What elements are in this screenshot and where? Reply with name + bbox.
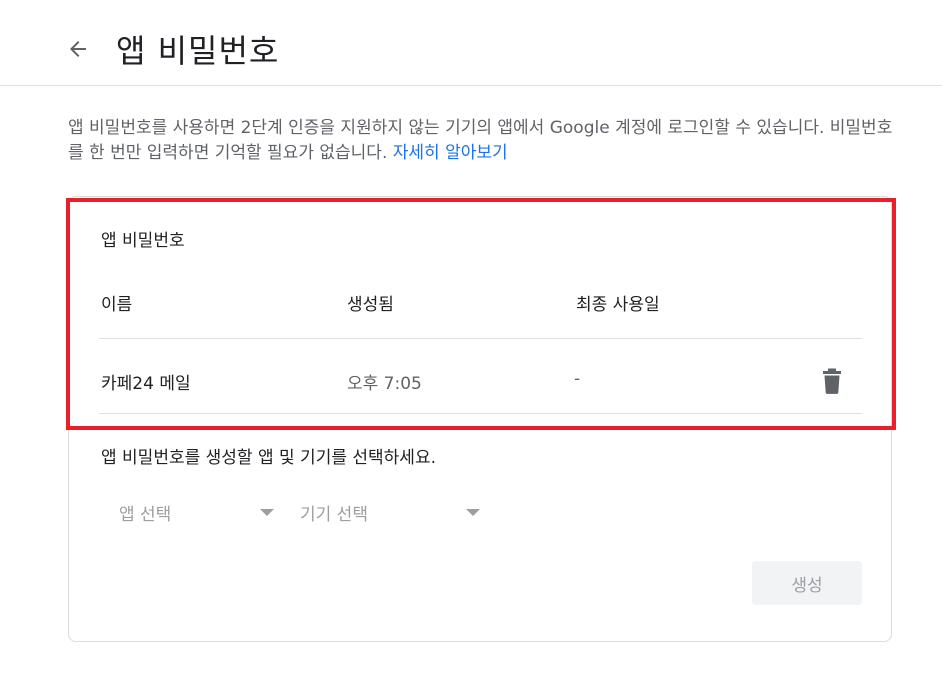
generate-instruction: 앱 비밀번호를 생성할 앱 및 기기를 선택하세요. (101, 448, 436, 468)
device-select-label: 기기 선택 (300, 504, 368, 525)
page-description: 앱 비밀번호를 사용하면 2단계 인증을 지원하지 않는 기기의 앱에서 Goo… (68, 116, 898, 166)
row-created: 오후 7:05 (347, 374, 422, 394)
app-select-label: 앱 선택 (119, 504, 172, 525)
table-divider (99, 338, 862, 339)
trash-icon (823, 368, 841, 394)
column-header-last-used: 최종 사용일 (576, 295, 660, 315)
device-select-dropdown[interactable]: 기기 선택 (300, 496, 480, 528)
row-last-used: - (574, 369, 581, 389)
row-name: 카페24 메일 (101, 374, 191, 394)
delete-password-button[interactable] (818, 367, 846, 395)
generate-button[interactable]: 생성 (752, 561, 862, 605)
section-title: 앱 비밀번호 (101, 231, 185, 251)
table-divider (99, 413, 862, 414)
learn-more-link[interactable]: 자세히 알아보기 (393, 143, 508, 163)
arrow-back-icon (70, 41, 86, 57)
column-header-name: 이름 (101, 295, 133, 315)
column-header-created: 생성됨 (347, 295, 394, 315)
back-button[interactable] (62, 33, 94, 65)
dropdown-arrow-icon (466, 508, 480, 516)
dropdown-arrow-icon (260, 508, 274, 516)
page-header: 앱 비밀번호 (0, 0, 942, 86)
app-select-dropdown[interactable]: 앱 선택 (119, 496, 274, 528)
page-title: 앱 비밀번호 (116, 32, 280, 70)
